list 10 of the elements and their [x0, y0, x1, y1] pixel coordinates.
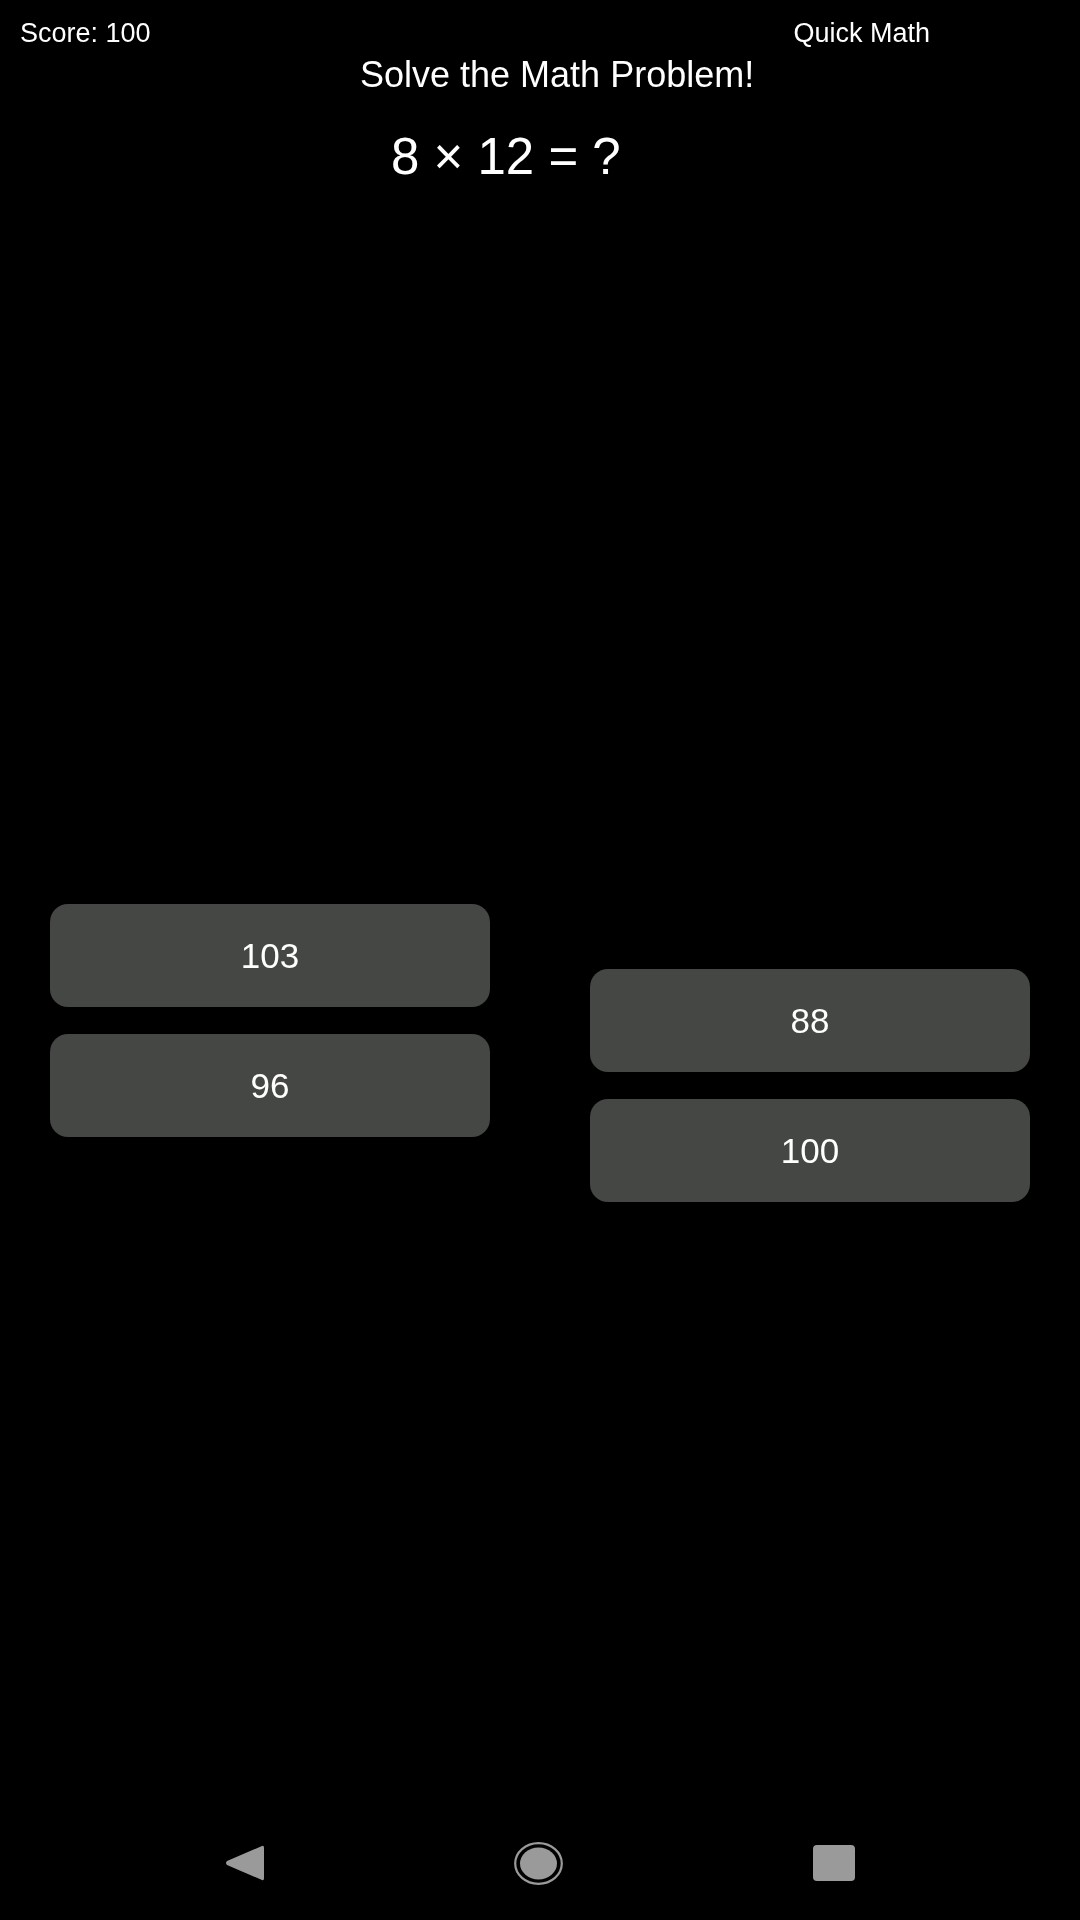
home-icon[interactable]: [514, 1841, 563, 1885]
answer-button[interactable]: 96: [50, 1034, 490, 1137]
back-icon[interactable]: [225, 1844, 264, 1882]
score-text: Score: 100: [20, 18, 151, 49]
answer-button[interactable]: 88: [590, 969, 1030, 1072]
instruction-text: Solve the Math Problem!: [360, 54, 755, 96]
answer-button[interactable]: 100: [590, 1099, 1030, 1202]
math-problem: 8 × 12 = ?: [391, 127, 621, 186]
app-title: Quick Math: [793, 18, 930, 49]
answer-button[interactable]: 103: [50, 904, 490, 1007]
